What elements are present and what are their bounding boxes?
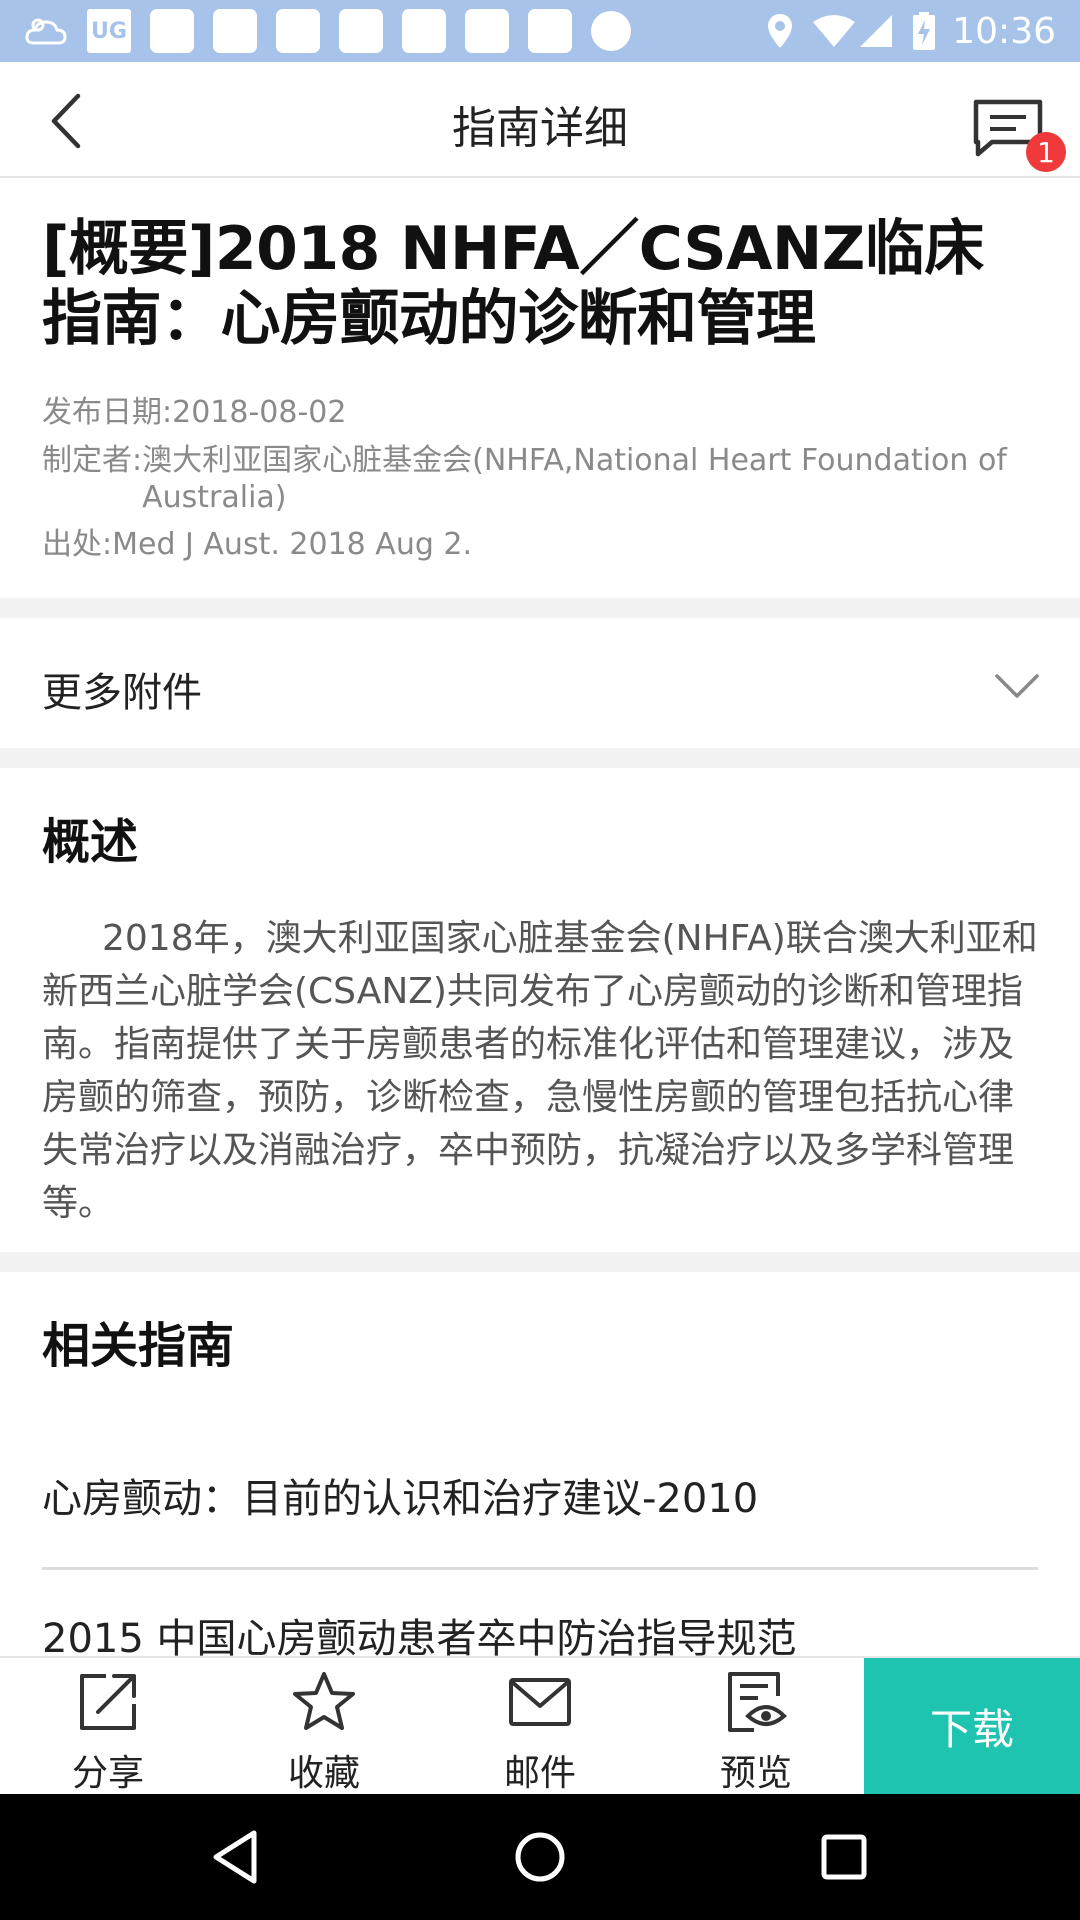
more-attachments-toggle[interactable]: 更多附件 xyxy=(0,618,1080,748)
signal-icon xyxy=(860,15,893,47)
notification-icon xyxy=(528,9,572,53)
nav-back-icon xyxy=(213,1830,257,1884)
weather-icon xyxy=(24,9,68,53)
divider xyxy=(0,1252,1080,1272)
nav-recents-icon xyxy=(821,1834,867,1880)
publish-date-row: 发布日期: 2018-08-02 xyxy=(42,394,1038,431)
clock: 10:36 xyxy=(952,10,1056,52)
author-key: 制定者: xyxy=(42,443,143,478)
divider xyxy=(0,598,1080,618)
share-label: 分享 xyxy=(71,1753,144,1794)
overview-section: 概述 2018年，澳大利亚国家心脏基金会(NHFA)联合澳大利亚和新西兰心脏学会… xyxy=(0,768,1080,1252)
overview-title: 概述 xyxy=(42,814,139,870)
article-meta: 发布日期: 2018-08-02 制定者: 澳大利亚国家心脏基金会(NHFA,N… xyxy=(42,394,1038,563)
preview-icon xyxy=(728,1672,787,1732)
more-attachments-label: 更多附件 xyxy=(42,670,202,716)
mail-label: 邮件 xyxy=(503,1753,576,1794)
status-bar-notifications: UG xyxy=(24,0,631,62)
battery-charging-icon xyxy=(913,12,936,50)
mail-icon xyxy=(509,1678,571,1726)
favorite-label: 收藏 xyxy=(287,1753,360,1794)
status-bar-system: 10:36 xyxy=(748,0,1056,62)
notification-icon xyxy=(213,9,257,53)
source: Med J Aust. 2018 Aug 2. xyxy=(112,527,473,562)
status-bar: UG 10:36 xyxy=(0,0,1080,62)
content: [概要]2018 NHFA／CSANZ临床指南：心房颤动的诊断和管理 发布日期:… xyxy=(0,180,1080,1680)
page-title: 指南详细 xyxy=(452,103,628,154)
notification-icon xyxy=(150,9,194,53)
publish-date: 2018-08-02 xyxy=(172,395,347,430)
share-icon xyxy=(80,1674,136,1730)
dot-icon xyxy=(591,11,631,51)
divider xyxy=(0,748,1080,768)
overview-text: 2018年，澳大利亚国家心脏基金会(NHFA)联合澳大利亚和新西兰心脏学会(CS… xyxy=(42,918,1038,1224)
author: 澳大利亚国家心脏基金会(NHFA,National Heart Foundati… xyxy=(142,443,1007,515)
download-button[interactable]: 下载 xyxy=(864,1658,1080,1794)
nav-recents-button[interactable] xyxy=(814,1827,874,1887)
preview-button[interactable]: 预览 xyxy=(648,1658,864,1794)
notification-icon xyxy=(402,9,446,53)
ug-icon: UG xyxy=(87,9,131,53)
location-icon xyxy=(768,14,793,48)
notification-icon xyxy=(465,9,509,53)
chevron-down-icon xyxy=(995,674,1039,698)
notification-icon xyxy=(339,9,383,53)
nav-home-button[interactable] xyxy=(510,1827,570,1887)
related-section: 相关指南 心房颤动：目前的认识和治疗建议-2010 2015 中国心房颤动患者卒… xyxy=(0,1272,1080,1680)
related-title: 相关指南 xyxy=(42,1318,235,1374)
source-key: 出处: xyxy=(42,527,113,562)
nav-back-button[interactable] xyxy=(206,1827,266,1887)
preview-label: 预览 xyxy=(719,1753,792,1794)
related-list: 心房颤动：目前的认识和治疗建议-2010 2015 中国心房颤动患者卒中防治指导… xyxy=(42,1426,1038,1680)
favorite-button[interactable]: 收藏 xyxy=(216,1658,432,1794)
share-button[interactable]: 分享 xyxy=(0,1658,216,1794)
message-count-badge: 1 xyxy=(1026,132,1066,172)
related-item[interactable]: 心房颤动：目前的认识和治疗建议-2010 xyxy=(42,1426,1038,1570)
article-header: [概要]2018 NHFA／CSANZ临床指南：心房颤动的诊断和管理 发布日期:… xyxy=(0,180,1080,598)
source-row: 出处: Med J Aust. 2018 Aug 2. xyxy=(42,526,1038,563)
article-title: [概要]2018 NHFA／CSANZ临床指南：心房颤动的诊断和管理 xyxy=(42,214,984,354)
nav-home-icon xyxy=(515,1832,565,1882)
mail-button[interactable]: 邮件 xyxy=(432,1658,648,1794)
app-header: 指南详细 1 xyxy=(0,62,1080,178)
star-icon xyxy=(293,1672,355,1730)
notification-icon xyxy=(276,9,320,53)
author-row: 制定者: 澳大利亚国家心脏基金会(NHFA,National Heart Fou… xyxy=(42,442,1038,516)
wifi-icon xyxy=(813,15,856,47)
navigation-bar xyxy=(0,1794,1080,1920)
publish-date-key: 发布日期: xyxy=(42,395,173,430)
